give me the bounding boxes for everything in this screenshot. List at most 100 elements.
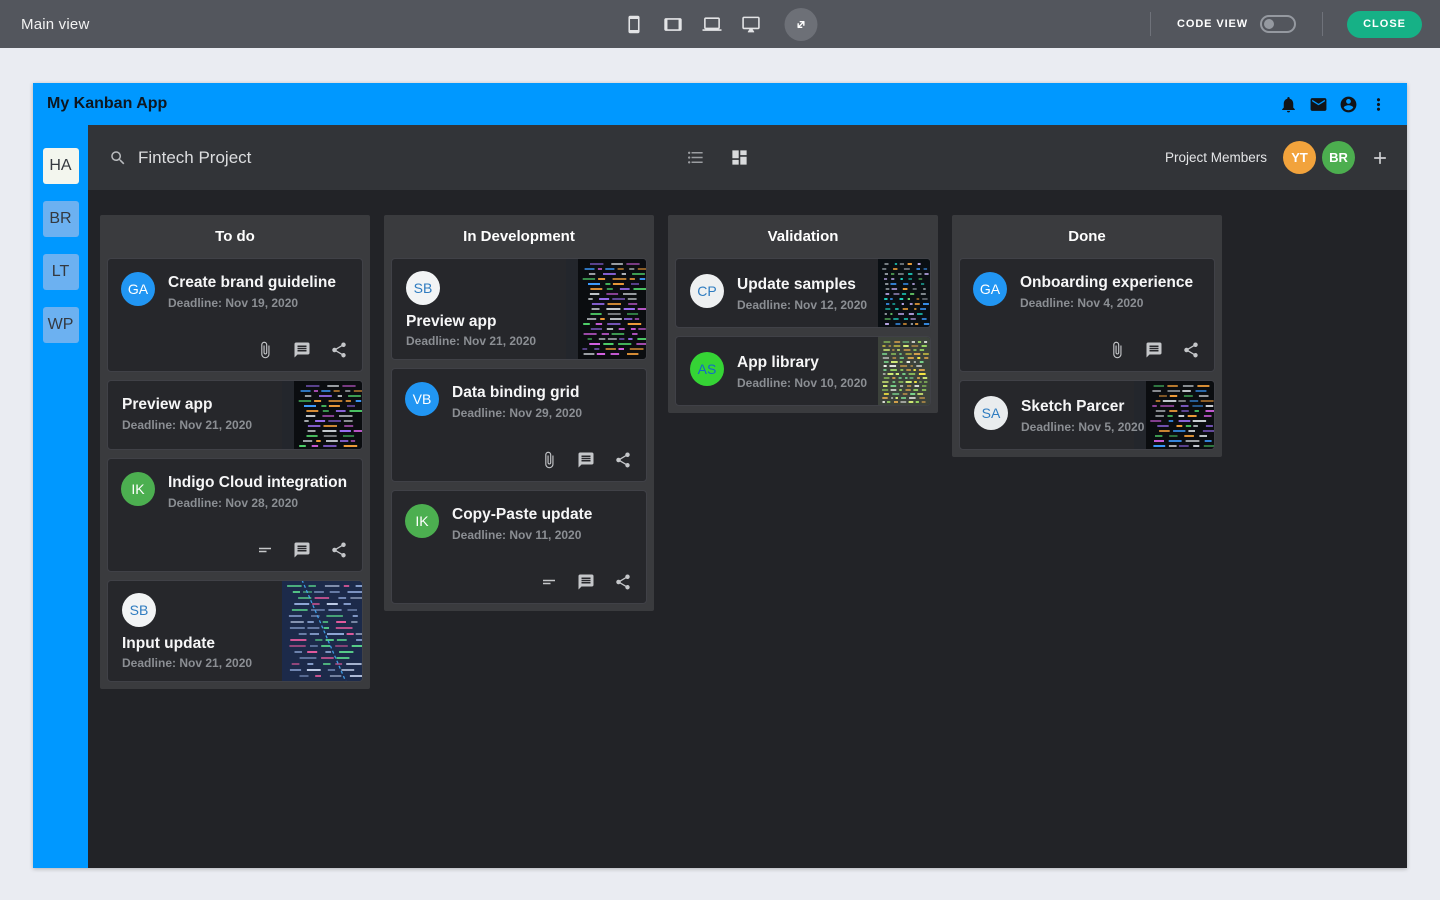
comment-icon[interactable] <box>293 341 311 359</box>
code-view-label: CODE VIEW <box>1177 18 1248 30</box>
column-cards: CP Update samples Deadline: Nov 12, 2020 AS… <box>675 258 931 406</box>
notes-icon[interactable] <box>256 541 274 559</box>
kanban-card-sketch-parcer[interactable]: SA Sketch Parcer Deadline: Nov 5, 2020 <box>959 380 1215 450</box>
kanban-app-window: My Kanban App HA BR LT WP <box>33 83 1407 868</box>
card-avatar-as: AS <box>690 352 724 386</box>
member-avatar-group: YTBR <box>1283 141 1361 174</box>
main-area: Project Members YTBR To do GACreate brand… <box>88 125 1407 868</box>
user-rail: HA BR LT WP <box>33 125 88 868</box>
comment-icon[interactable] <box>1145 341 1163 359</box>
card-title: Create brand guideline <box>168 274 336 292</box>
card-text: Copy-Paste updateDeadline: Nov 11, 2020 <box>452 504 592 542</box>
sidebar-user-avatar-ha[interactable]: HA <box>43 148 79 184</box>
column-cards: GAOnboarding experienceDeadline: Nov 4, … <box>959 258 1215 450</box>
card-avatar-ik: IK <box>121 472 155 506</box>
code-view-toggle[interactable] <box>1260 15 1296 33</box>
card-title: Indigo Cloud integration <box>168 474 347 492</box>
card-avatar-ik: IK <box>405 504 439 538</box>
app-title: My Kanban App <box>47 95 167 113</box>
device-preview-switcher <box>623 8 818 41</box>
project-members: Project Members YTBR <box>1165 141 1390 174</box>
share-icon[interactable] <box>614 451 632 469</box>
kanban-card-update-samples[interactable]: CP Update samples Deadline: Nov 12, 2020 <box>675 258 931 328</box>
more-vertical-icon[interactable] <box>1368 94 1389 115</box>
kanban-card-preview-app[interactable]: SBPreview appDeadline: Nov 21, 2020 <box>391 258 647 360</box>
share-icon[interactable] <box>614 573 632 591</box>
share-icon[interactable] <box>330 341 348 359</box>
card-thumbnail <box>1134 381 1214 449</box>
attachment-icon[interactable] <box>1108 341 1126 359</box>
card-title: Sketch Parcer <box>1021 398 1144 416</box>
card-avatar-vb: VB <box>405 382 439 416</box>
expand-icon[interactable] <box>785 8 818 41</box>
card-deadline: Deadline: Nov 28, 2020 <box>168 496 347 510</box>
kanban-board: To do GACreate brand guidelineDeadline: N… <box>88 190 1407 868</box>
comment-icon[interactable] <box>293 541 311 559</box>
card-head: GAOnboarding experienceDeadline: Nov 4, … <box>973 272 1201 310</box>
kanban-card-copy-paste-update[interactable]: IK Copy-Paste updateDeadline: Nov 11, 202… <box>391 490 647 604</box>
member-avatar-yt[interactable]: YT <box>1283 141 1316 174</box>
kanban-card-indigo-cloud-integration[interactable]: IK Indigo Cloud integration Deadline: Nov … <box>107 458 363 572</box>
card-title: App library <box>737 354 867 372</box>
close-button[interactable]: CLOSE <box>1347 11 1422 38</box>
kanban-card-onboarding-experience[interactable]: GAOnboarding experienceDeadline: Nov 4, … <box>959 258 1215 372</box>
app-header-icons <box>1278 94 1389 115</box>
column-cards: GACreate brand guidelineDeadline: Nov 19… <box>107 258 363 682</box>
divider <box>1322 12 1323 36</box>
card-actions <box>1108 341 1200 359</box>
card-avatar-sa: SA <box>974 396 1008 430</box>
card-text: Data binding gridDeadline: Nov 29, 2020 <box>452 382 582 420</box>
kanban-card-data-binding-grid[interactable]: VB Data binding gridDeadline: Nov 29, 202… <box>391 368 647 482</box>
tablet-icon[interactable] <box>662 13 685 36</box>
attachment-icon[interactable] <box>256 341 274 359</box>
desktop-icon[interactable] <box>740 13 763 36</box>
sidebar-user-avatar-br[interactable]: BR <box>43 201 79 237</box>
card-actions <box>256 341 348 359</box>
search-input[interactable] <box>138 148 468 168</box>
card-deadline: Deadline: Nov 21, 2020 <box>406 334 632 348</box>
kanban-card-input-update[interactable]: SBInput updateDeadline: Nov 21, 2020 <box>107 580 363 682</box>
notes-icon[interactable] <box>540 573 558 591</box>
column-cards: SBPreview appDeadline: Nov 21, 2020 VB Dat… <box>391 258 647 604</box>
design-preview-stage: Main view CODE VIEW CLOSE <box>0 0 1440 900</box>
column-title: To do <box>100 215 370 258</box>
sidebar-user-avatar-lt[interactable]: LT <box>43 254 79 290</box>
card-text: Update samples Deadline: Nov 12, 2020 <box>737 274 867 312</box>
sidebar-user-avatar-wp[interactable]: WP <box>43 307 79 343</box>
attachment-icon[interactable] <box>540 451 558 469</box>
card-head: CP Update samples Deadline: Nov 12, 2020 <box>690 274 867 312</box>
card-text: Onboarding experienceDeadline: Nov 4, 20… <box>1020 272 1193 310</box>
app-body: HABRLTWP Project Members <box>33 125 1407 868</box>
view-toggle <box>686 148 749 167</box>
view-title: Main view <box>21 16 90 33</box>
kanban-card-app-library[interactable]: ASApp libraryDeadline: Nov 10, 2020 <box>675 336 931 406</box>
mail-icon[interactable] <box>1308 94 1329 115</box>
share-icon[interactable] <box>1182 341 1200 359</box>
kanban-card-preview-app[interactable]: Preview appDeadline: Nov 21, 2020 <box>107 380 363 450</box>
share-icon[interactable] <box>330 541 348 559</box>
search-icon <box>109 149 127 167</box>
notifications-icon[interactable] <box>1278 94 1299 115</box>
account-icon[interactable] <box>1338 94 1359 115</box>
card-deadline: Deadline: Nov 5, 2020 <box>1021 420 1144 434</box>
comment-icon[interactable] <box>577 451 595 469</box>
card-title: Update samples <box>737 276 867 294</box>
comment-icon[interactable] <box>577 573 595 591</box>
card-head: GACreate brand guidelineDeadline: Nov 19… <box>121 272 349 310</box>
preview-topbar: Main view CODE VIEW CLOSE <box>0 0 1440 48</box>
card-actions <box>256 541 348 559</box>
card-thumbnail <box>878 259 930 327</box>
list-view-icon[interactable] <box>686 148 705 167</box>
card-deadline: Deadline: Nov 12, 2020 <box>737 298 867 312</box>
card-head: IK Copy-Paste updateDeadline: Nov 11, 202… <box>405 504 633 542</box>
plus-icon[interactable] <box>1370 148 1390 168</box>
phone-icon[interactable] <box>623 13 646 36</box>
kanban-card-create-brand-guideline[interactable]: GACreate brand guidelineDeadline: Nov 19… <box>107 258 363 372</box>
grid-view-icon[interactable] <box>730 148 749 167</box>
laptop-icon[interactable] <box>701 13 724 36</box>
column-title: In Development <box>384 215 654 258</box>
card-avatar-cp: CP <box>690 274 724 308</box>
kanban-column-to-do: To do GACreate brand guidelineDeadline: N… <box>100 215 370 689</box>
member-avatar-br[interactable]: BR <box>1322 141 1355 174</box>
card-head: VB Data binding gridDeadline: Nov 29, 202… <box>405 382 633 420</box>
